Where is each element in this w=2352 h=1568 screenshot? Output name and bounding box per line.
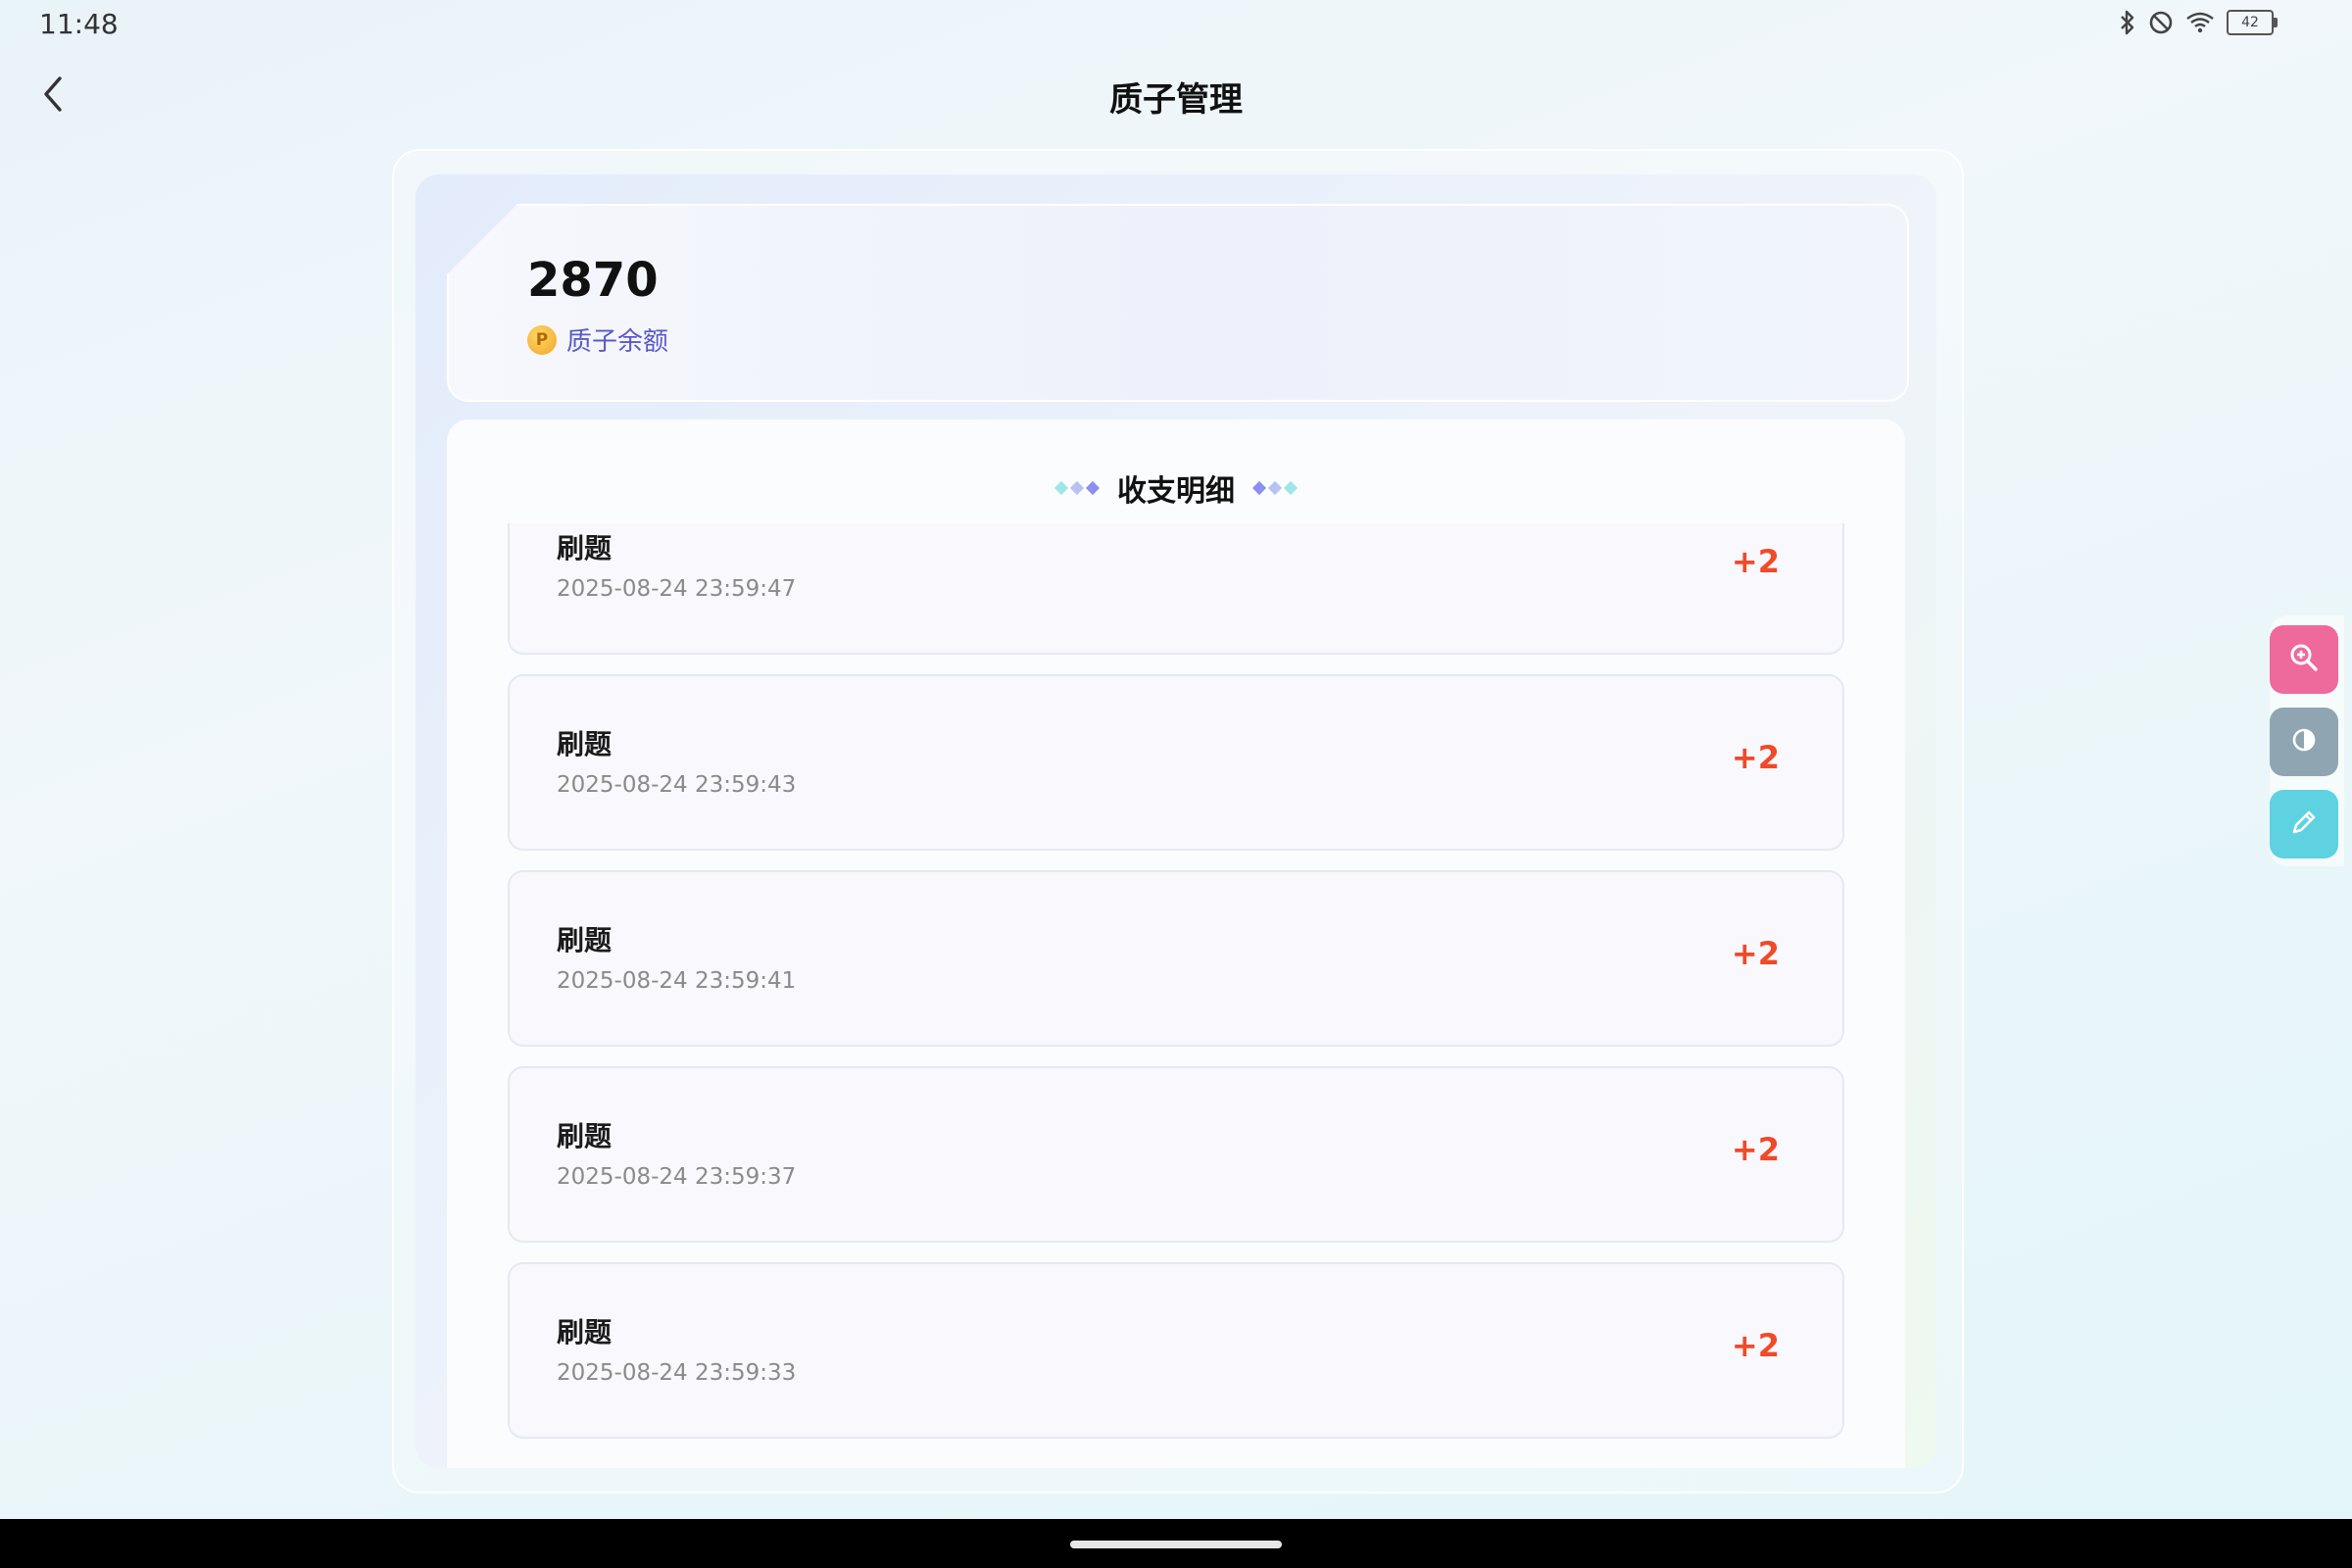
- item-title: 刷题: [557, 728, 612, 760]
- item-title: 刷题: [557, 1316, 612, 1348]
- records-card: 收支明细 刷题 2025-08-24 23:59:47 +2 刷题 2025-0…: [447, 419, 1905, 1468]
- records-list[interactable]: 刷题 2025-08-24 23:59:47 +2 刷题 2025-08-24 …: [508, 523, 1844, 1468]
- status-icons: 42: [2119, 10, 2278, 35]
- list-item[interactable]: 刷题 2025-08-24 23:59:41 +2: [508, 870, 1844, 1047]
- item-time: 2025-08-24 23:59:41: [557, 968, 797, 994]
- content-panel: 2870 P 质子余额 收支明细 刷题 2025-08-24 23:59:47 …: [416, 174, 1936, 1468]
- list-item[interactable]: 刷题 2025-08-24 23:59:37 +2: [508, 1066, 1844, 1243]
- balance-label: 质子余额: [566, 327, 669, 357]
- do-not-disturb-icon: [2148, 10, 2174, 35]
- item-amount: +2: [1731, 1131, 1780, 1168]
- home-indicator[interactable]: [1070, 1541, 1282, 1548]
- page-title: 质子管理: [1109, 80, 1243, 120]
- diamond-decoration-left-icon: [1054, 480, 1101, 496]
- item-amount: +2: [1731, 935, 1780, 972]
- coin-icon: P: [527, 324, 557, 355]
- item-time: 2025-08-24 23:59:47: [557, 576, 797, 602]
- item-time: 2025-08-24 23:59:43: [557, 772, 797, 798]
- pen-icon: [2288, 807, 2320, 842]
- side-toolbar: [2270, 615, 2344, 866]
- status-bar: 11:48 42: [0, 0, 2352, 49]
- item-amount: +2: [1731, 739, 1780, 776]
- item-title: 刷题: [557, 924, 612, 956]
- bluetooth-icon: [2119, 10, 2136, 35]
- records-title: 收支明细: [1117, 474, 1235, 509]
- pen-button[interactable]: [2270, 790, 2338, 858]
- status-time: 11:48: [39, 8, 119, 40]
- balance-value: 2870: [527, 253, 659, 308]
- item-title: 刷题: [557, 532, 612, 564]
- list-item[interactable]: 刷题 2025-08-24 23:59:33 +2: [508, 1262, 1844, 1439]
- records-header: 收支明细: [447, 459, 1905, 517]
- balance-card: 2870 P 质子余额: [447, 204, 1909, 402]
- contrast-button[interactable]: [2270, 708, 2338, 776]
- battery-icon: 42: [2227, 10, 2278, 35]
- wifi-icon: [2185, 11, 2215, 34]
- item-title: 刷题: [557, 1120, 612, 1152]
- zoom-in-button[interactable]: [2270, 625, 2338, 694]
- zoom-in-icon: [2288, 642, 2320, 677]
- list-item[interactable]: 刷题 2025-08-24 23:59:43 +2: [508, 674, 1844, 851]
- balance-label-row: P 质子余额: [527, 321, 668, 358]
- battery-level: 42: [2241, 15, 2259, 30]
- item-time: 2025-08-24 23:59:33: [557, 1360, 797, 1386]
- contrast-icon: [2292, 728, 2316, 756]
- diamond-decoration-right-icon: [1251, 480, 1298, 496]
- item-amount: +2: [1731, 1327, 1780, 1364]
- item-time: 2025-08-24 23:59:37: [557, 1164, 797, 1190]
- item-amount: +2: [1731, 543, 1780, 580]
- navigation-bar: [0, 1519, 2352, 1568]
- list-item[interactable]: 刷题 2025-08-24 23:59:47 +2: [508, 523, 1844, 655]
